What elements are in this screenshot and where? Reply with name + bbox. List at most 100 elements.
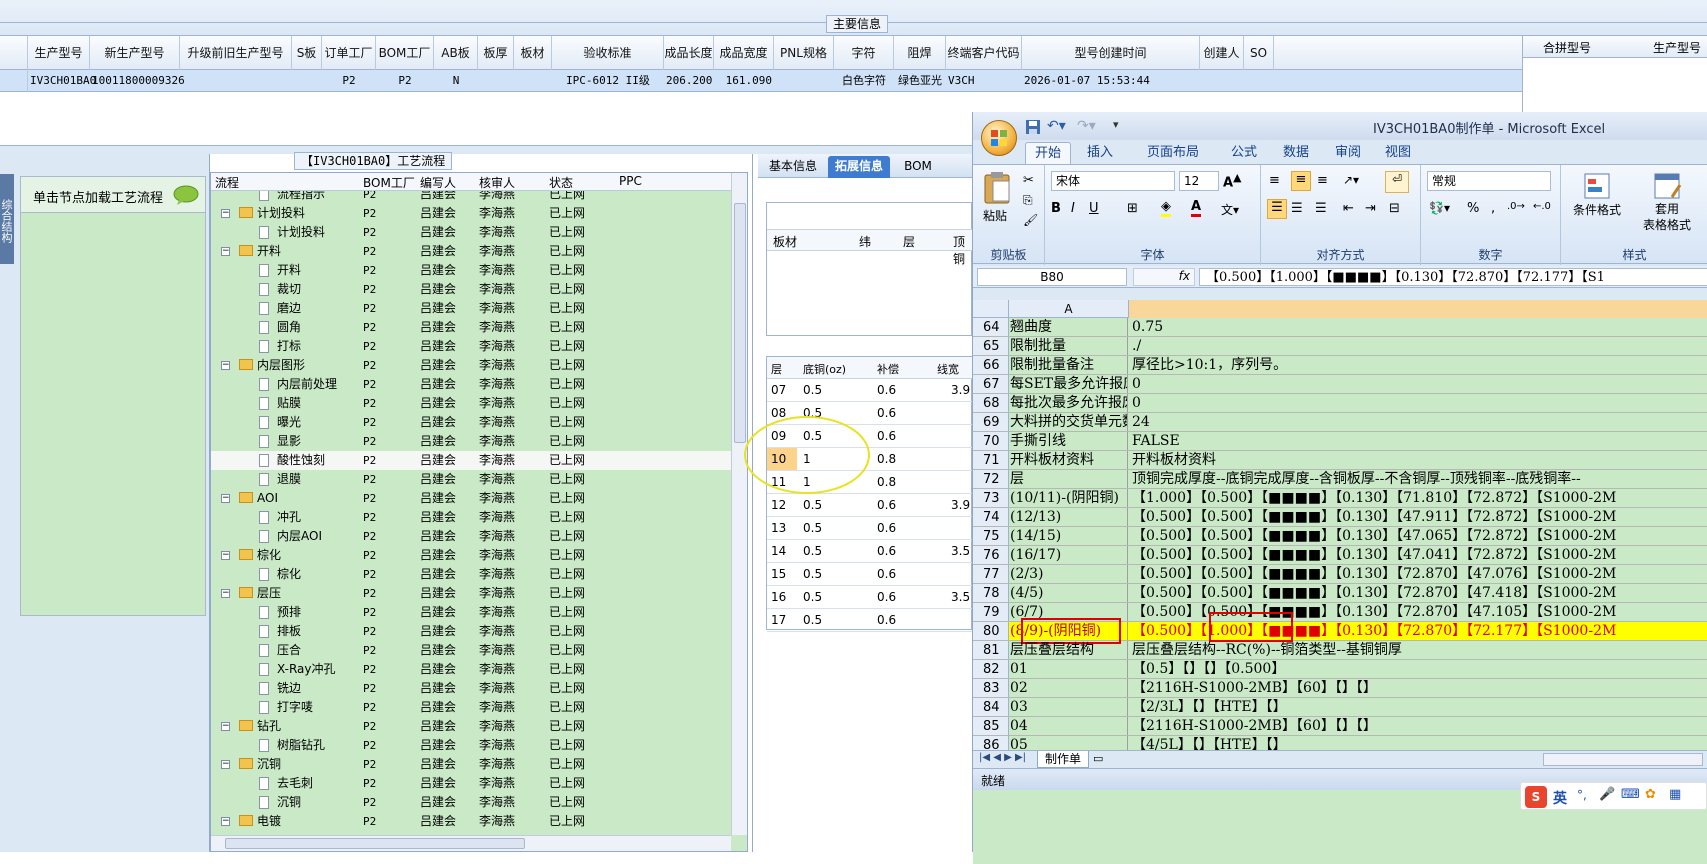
tree-row[interactable]: − AOI P2 吕建会 李海燕 已上网 [211, 489, 731, 508]
row-number[interactable]: 70 [973, 432, 1009, 450]
keyboard-icon[interactable]: ⌨ [1621, 787, 1640, 802]
cell-a[interactable]: (10/11)-(阴阳铜) [1009, 489, 1128, 507]
main-cell[interactable]: 161.090 [716, 70, 772, 92]
main-cell[interactable] [776, 70, 832, 92]
cell-b[interactable]: 开料板材资料 [1129, 451, 1707, 469]
redo-icon[interactable]: ↷▾ [1077, 118, 1096, 134]
row-number[interactable]: 66 [973, 356, 1009, 374]
layer-col-header[interactable]: 补偿 [877, 361, 899, 377]
cell-a[interactable]: (2/3) [1009, 565, 1128, 583]
wrap-text-icon[interactable]: ⏎ [1385, 171, 1409, 193]
cut-icon[interactable]: ✂ [1023, 173, 1034, 188]
cell-b[interactable]: ./ [1129, 337, 1707, 355]
name-box[interactable]: B80 [977, 268, 1127, 286]
expander-icon[interactable]: − [221, 817, 230, 826]
row-number[interactable]: 80 [973, 622, 1009, 640]
tree-row[interactable]: − 钻孔 P2 吕建会 李海燕 已上网 [211, 717, 731, 736]
tree-row[interactable]: 内层AOI P2 吕建会 李海燕 已上网 [211, 527, 731, 546]
main-cell[interactable]: 2026-01-07 15:53:44 [1024, 70, 1198, 92]
new-sheet-icon[interactable]: ▭ [1093, 752, 1103, 765]
percent-icon[interactable]: % [1467, 201, 1479, 216]
tree-row[interactable]: 流程指示 P2 吕建会 李海燕 已上网 [211, 191, 731, 204]
cell-b[interactable]: 【0.500】【0.500】【■■■■】【0.130】【47.911】【72.8… [1129, 508, 1707, 526]
sheet-row[interactable]: 77 (2/3) 【0.500】【0.500】【■■■■】【0.130】【72.87… [973, 565, 1707, 584]
main-col-header[interactable]: BOM工厂 [376, 36, 434, 70]
formula-input[interactable]: 【0.500】【1.000】【■■■■】【0.130】【72.870】【72.1… [1199, 268, 1707, 286]
main-cell[interactable]: 白色字符 [836, 70, 892, 92]
tree-row[interactable]: 铣边 P2 吕建会 李海燕 已上网 [211, 679, 731, 698]
splitter[interactable] [0, 146, 972, 154]
tree-row[interactable]: 棕化 P2 吕建会 李海燕 已上网 [211, 565, 731, 584]
sheet-row[interactable]: 66 限制批量备注 厚径比>10:1，序列号。 [973, 356, 1707, 375]
expander-icon[interactable]: − [221, 760, 230, 769]
italic-button[interactable]: I [1071, 201, 1075, 216]
mic-icon[interactable]: 🎤 [1599, 787, 1615, 802]
tree-hscrollbar[interactable] [211, 835, 731, 851]
cell-b[interactable]: 0 [1129, 394, 1707, 412]
outdent-icon[interactable]: ⇥ [1365, 201, 1376, 216]
row-number[interactable]: 69 [973, 413, 1009, 431]
cell-b[interactable]: 【0.500】【0.500】【■■■■】【0.130】【47.041】【72.8… [1129, 546, 1707, 564]
cell-a[interactable]: 开料板材资料 [1009, 451, 1128, 469]
main-cell[interactable]: V3CH [948, 70, 1020, 92]
cell-b[interactable]: 【1.000】【0.500】【■■■■】【0.130】【71.810】【72.8… [1129, 489, 1707, 507]
grow-font-icon[interactable]: A▲ [1223, 171, 1241, 190]
tree-col-header[interactable]: BOM工厂 [363, 174, 415, 191]
tree-col-header[interactable]: 状态 [549, 174, 573, 191]
cell-a[interactable]: 大料拼的交货单元数 [1009, 413, 1128, 431]
fill-color-icon[interactable]: ◈ [1161, 199, 1171, 217]
main-col-header[interactable]: S板 [292, 36, 322, 70]
layer-row[interactable]: 12 0.5 0.6 3.9 [767, 494, 973, 517]
cell-a[interactable]: 翘曲度 [1009, 318, 1128, 336]
layer-row[interactable]: 07 0.5 0.6 3.9 [767, 379, 973, 402]
tree-row[interactable]: 冲孔 P2 吕建会 李海燕 已上网 [211, 508, 731, 527]
tree-col-header[interactable]: PPC [619, 174, 642, 188]
align-bottom-icon[interactable]: ≡ [1317, 173, 1328, 188]
sheet-row[interactable]: 67每SET最多允许报废单0 [973, 375, 1707, 394]
cell-b[interactable]: 【0.500】【0.500】【■■■■】【0.130】【47.065】【72.8… [1129, 527, 1707, 545]
load-hint-box[interactable]: 单击节点加载工艺流程 [20, 176, 206, 616]
cell-b[interactable]: 24 [1129, 413, 1707, 431]
layer-row[interactable]: 17 0.5 0.6 [767, 609, 973, 632]
row-number[interactable]: 75 [973, 527, 1009, 545]
cell-a[interactable]: 02 [1009, 679, 1128, 697]
sheet-row[interactable]: 82 01 【0.5】【】【】【0.500】 [973, 660, 1707, 679]
ime-mode[interactable]: 英 [1553, 788, 1567, 808]
sheet-row[interactable]: 73 (10/11)-(阴阳铜) 【1.000】【0.500】【■■■■】【0.13… [973, 489, 1707, 508]
font-name-select[interactable]: 宋体 [1051, 171, 1175, 191]
row-number[interactable]: 84 [973, 698, 1009, 716]
sheet-nav-icons[interactable]: |◀ ◀ ▶ ▶| [979, 752, 1026, 763]
main-cell[interactable] [1202, 70, 1242, 92]
ribbon-tab[interactable]: 公式 [1221, 142, 1267, 164]
row-number[interactable]: 85 [973, 717, 1009, 735]
comma-icon[interactable]: , [1491, 201, 1495, 216]
sheet-row[interactable]: 85 04 【2116H-S1000-2MB】【60】【】【】 [973, 717, 1707, 736]
row-selector[interactable] [0, 70, 28, 92]
tree-row[interactable]: 退膜 P2 吕建会 李海燕 已上网 [211, 470, 731, 489]
tree-row[interactable]: 圆角 P2 吕建会 李海燕 已上网 [211, 318, 731, 337]
sheet-row[interactable]: 83 02 【2116H-S1000-2MB】【60】【】【】 [973, 679, 1707, 698]
cell-b[interactable]: 层压叠层结构--RC(%)--铜箔类型--基铜铜厚 [1129, 641, 1707, 659]
expander-icon[interactable]: − [221, 209, 230, 218]
sheet-row[interactable]: 69 大料拼的交货单元数 24 [973, 413, 1707, 432]
font-size-select[interactable]: 12 [1179, 171, 1219, 191]
main-col-header[interactable]: 终端客户代码 [946, 36, 1022, 70]
sheet-row[interactable]: 80 (8/9)-(阴阳铜) 【0.500】【1.000】【■■■■】【0.130】… [973, 612, 1707, 644]
cell-b[interactable]: 【2/3L】【】【HTE】【】 [1129, 698, 1707, 716]
main-table-row[interactable]: IV3CH01BA0 10011800009326 P2 P2 N IPC-6012 II… [0, 70, 1522, 92]
sheet-row[interactable]: 74 (12/13) 【0.500】【0.500】【■■■■】【0.130】【47.… [973, 508, 1707, 527]
save-icon[interactable] [1025, 119, 1041, 135]
merge-icon[interactable]: ⊟ [1389, 201, 1400, 216]
align-right-icon[interactable]: ☰ [1315, 201, 1327, 216]
main-cell[interactable]: P2 [378, 70, 432, 92]
cell-a[interactable]: 手撕引线 [1009, 432, 1128, 450]
row-number[interactable]: 71 [973, 451, 1009, 469]
layer-col-header[interactable]: 线宽 [937, 361, 959, 377]
tree-row[interactable]: 树脂钻孔 P2 吕建会 李海燕 已上网 [211, 736, 731, 755]
tree-row[interactable]: 显影 P2 吕建会 李海燕 已上网 [211, 432, 731, 451]
qat-customize-icon[interactable]: ▾ [1113, 118, 1119, 131]
main-cell[interactable]: 10011800009326 [92, 70, 185, 92]
sheet-tab[interactable]: 制作单 [1037, 751, 1089, 768]
conditional-format-button[interactable]: 条件格式 [1567, 171, 1627, 231]
align-middle-icon[interactable]: ≡ [1291, 171, 1311, 191]
